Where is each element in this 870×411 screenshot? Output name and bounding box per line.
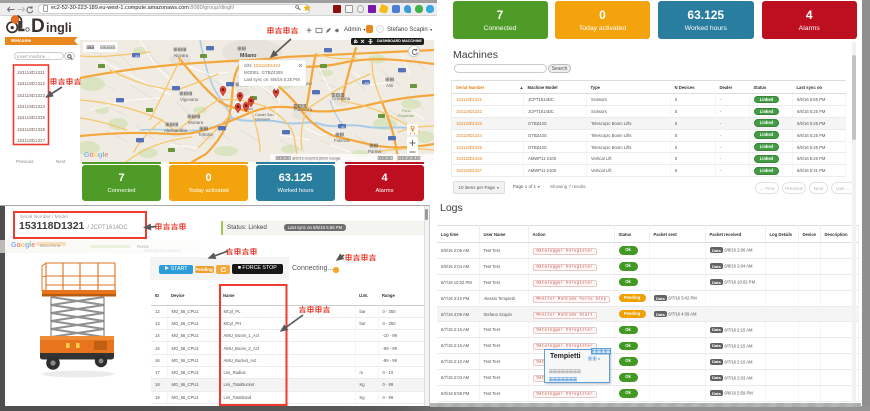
svg-text:Castel San: Castel San: [255, 113, 274, 117]
svg-text:Regionale: Regionale: [398, 114, 414, 118]
svg-text:Fidenza: Fidenza: [334, 138, 350, 143]
svg-text:Tortona: Tortona: [198, 132, 213, 137]
svg-text:@2016 GS(2011)6020 Google: @2016 GS(2011)6020 Google: [292, 157, 341, 161]
svg-text:Alessandria: Alessandria: [164, 128, 187, 133]
svg-text:MODEL: GTBZ430S: MODEL: GTBZ430S: [244, 70, 283, 75]
svg-text:Vigevano: Vigevano: [180, 97, 199, 102]
svg-text:Last sync on: 6/6/16 5:25 PM: Last sync on: 6/6/16 5:25 PM: [244, 77, 300, 82]
svg-text:A1: A1: [341, 125, 345, 129]
svg-text:Novara: Novara: [174, 53, 189, 58]
svg-text:»: »: [598, 356, 601, 361]
svg-text:Parma: Parma: [368, 149, 381, 154]
svg-text:Asti: Asti: [386, 83, 393, 88]
svg-text:Mortara: Mortara: [188, 120, 204, 125]
svg-text:ingli: ingli: [46, 21, 72, 35]
svg-text:Google: Google: [84, 152, 108, 159]
svg-text:D: D: [31, 16, 45, 35]
svg-text:Milano: Milano: [240, 53, 256, 59]
svg-text:Giovanni: Giovanni: [255, 118, 270, 122]
svg-text:A4: A4: [135, 54, 139, 58]
svg-text:Parco: Parco: [402, 109, 411, 113]
svg-text:A21: A21: [364, 81, 370, 85]
svg-text:S/N: 153118D1324: S/N: 153118D1324: [244, 63, 281, 68]
